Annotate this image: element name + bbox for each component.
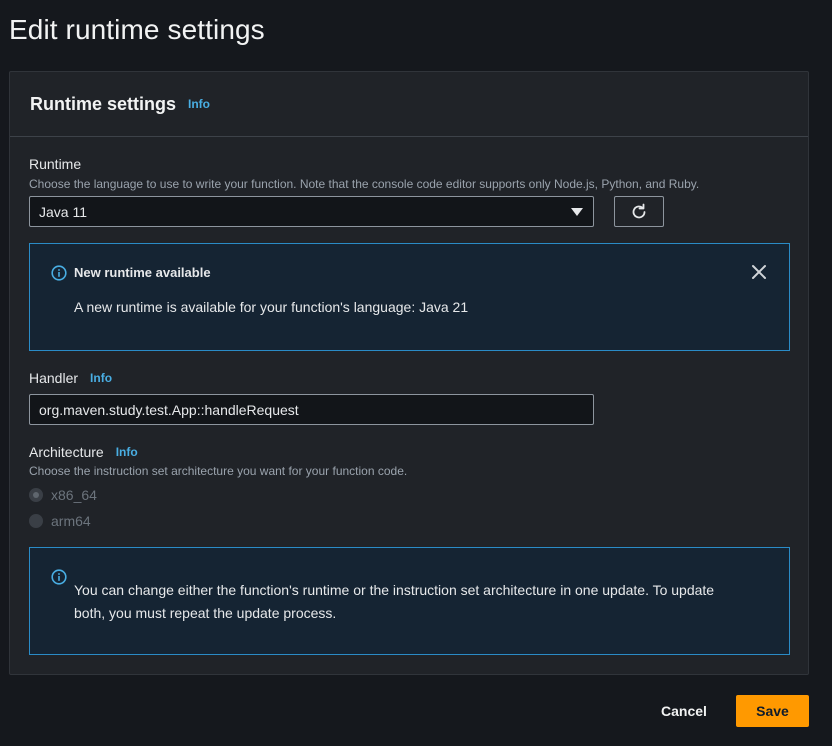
refresh-runtime-button[interactable] [614,196,664,227]
cancel-button[interactable]: Cancel [648,695,720,727]
runtime-select[interactable]: Java 11 [29,196,594,227]
radio-arm64[interactable]: arm64 [29,513,91,529]
handler-label-row: Handler Info [29,370,112,386]
close-icon[interactable] [751,264,767,280]
architecture-label: Architecture [29,444,104,460]
refresh-icon [632,203,646,218]
update-info-line-2: both, you must repeat the update process… [74,605,337,621]
page-title: Edit runtime settings [9,14,265,45]
new-runtime-alert-title: New runtime available [74,265,211,280]
new-runtime-alert: New runtime available A new runtime is a… [29,243,790,351]
handler-label: Handler [29,370,79,386]
update-info-line-1: You can change either the function's run… [74,582,715,598]
update-info-alert: You can change either the function's run… [29,547,790,655]
runtime-settings-panel: Runtime settings Info Runtime Choose the… [9,71,809,675]
new-runtime-alert-message: A new runtime is available for your func… [74,299,469,315]
architecture-info-link[interactable]: Info [116,445,138,459]
architecture-label-row: Architecture Info [29,444,138,460]
runtime-description: Choose the language to use to write your… [29,177,700,191]
caret-down-icon [571,208,583,216]
radio-arm64-control[interactable] [29,514,43,528]
radio-x86-64[interactable]: x86_64 [29,487,97,503]
runtime-select-value: Java 11 [39,203,87,220]
runtime-label: Runtime [29,156,82,172]
panel-header: Runtime settings Info [10,72,808,137]
radio-arm64-label: arm64 [51,513,91,529]
radio-x86-64-control[interactable] [29,488,43,502]
save-button[interactable]: Save [736,695,809,727]
info-icon [51,265,67,281]
panel-title: Runtime settings [30,93,177,114]
handler-input-value: org.maven.study.test.App::handleRequest [39,401,299,418]
handler-info-link[interactable]: Info [90,371,112,385]
radio-x86-64-label: x86_64 [51,487,97,503]
architecture-description: Choose the instruction set architecture … [29,464,408,478]
info-icon [51,569,67,585]
handler-input[interactable]: org.maven.study.test.App::handleRequest [29,394,594,425]
panel-info-link[interactable]: Info [188,97,210,111]
